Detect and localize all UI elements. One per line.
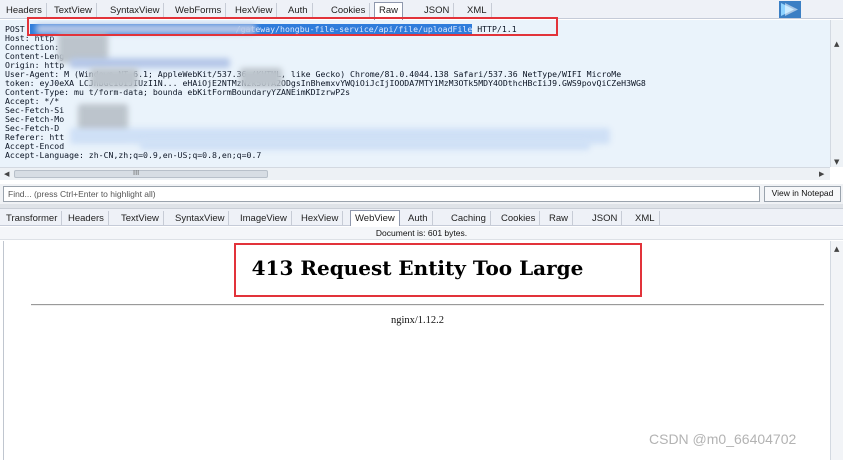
view-in-notepad-button[interactable]: View in Notepad: [764, 186, 841, 202]
response-tab-bar: Transformer Headers TextView SyntaxView …: [0, 209, 843, 226]
server-version: nginx/1.12.2: [390, 315, 445, 326]
tab-imageview[interactable]: ImageView: [236, 211, 292, 226]
error-title-annotation: [234, 243, 642, 297]
find-bar: Find... (press Ctrl+Enter to highlight a…: [0, 184, 843, 204]
tab-response-syntaxview[interactable]: SyntaxView: [171, 211, 230, 226]
watermark: CSDN @m0_66404702: [649, 431, 797, 447]
scroll-thumb[interactable]: III: [14, 169, 268, 178]
divider: [31, 304, 824, 306]
request-vertical-scrollbar[interactable]: ▲ ▼: [830, 20, 843, 167]
redaction-blur: [140, 140, 590, 150]
tab-response-xml[interactable]: XML: [631, 211, 660, 226]
header-accept-language: Accept-Language: zh-CN,zh;q=0.9,en-US;q=…: [5, 150, 262, 160]
scroll-up-icon[interactable]: ▲: [834, 40, 839, 48]
url-highlight-annotation: [27, 17, 558, 36]
fiddler-logo-icon[interactable]: [777, 0, 803, 19]
raw-request-pane[interactable]: POST /gateway/hongbu-file-service/api/fi…: [0, 20, 843, 167]
scroll-down-icon[interactable]: ▼: [834, 158, 839, 166]
request-horizontal-scrollbar[interactable]: ◀ III ▶: [0, 167, 830, 180]
redaction-blur: [90, 68, 138, 88]
find-input[interactable]: Find... (press Ctrl+Enter to highlight a…: [3, 186, 760, 202]
scroll-up-icon[interactable]: ▲: [834, 245, 839, 253]
tab-transformer[interactable]: Transformer: [2, 211, 63, 226]
tab-response-auth[interactable]: Auth: [404, 211, 433, 226]
tab-response-raw[interactable]: Raw: [545, 211, 574, 226]
tab-webview[interactable]: WebView: [350, 210, 400, 226]
document-size-info: Document is: 601 bytes.: [0, 227, 843, 240]
redaction-blur: [240, 68, 282, 88]
redaction-blur: [70, 58, 230, 68]
tab-response-textview[interactable]: TextView: [117, 211, 164, 226]
scroll-left-icon[interactable]: ◀: [4, 170, 9, 178]
response-vertical-scrollbar[interactable]: ▲: [830, 241, 843, 460]
scroll-right-icon[interactable]: ▶: [819, 170, 824, 178]
tab-response-headers[interactable]: Headers: [64, 211, 109, 226]
tab-response-cookies[interactable]: Cookies: [497, 211, 541, 226]
tab-response-hexview[interactable]: HexView: [297, 211, 344, 226]
tab-caching[interactable]: Caching: [447, 211, 491, 226]
tab-response-json[interactable]: JSON: [588, 211, 623, 226]
